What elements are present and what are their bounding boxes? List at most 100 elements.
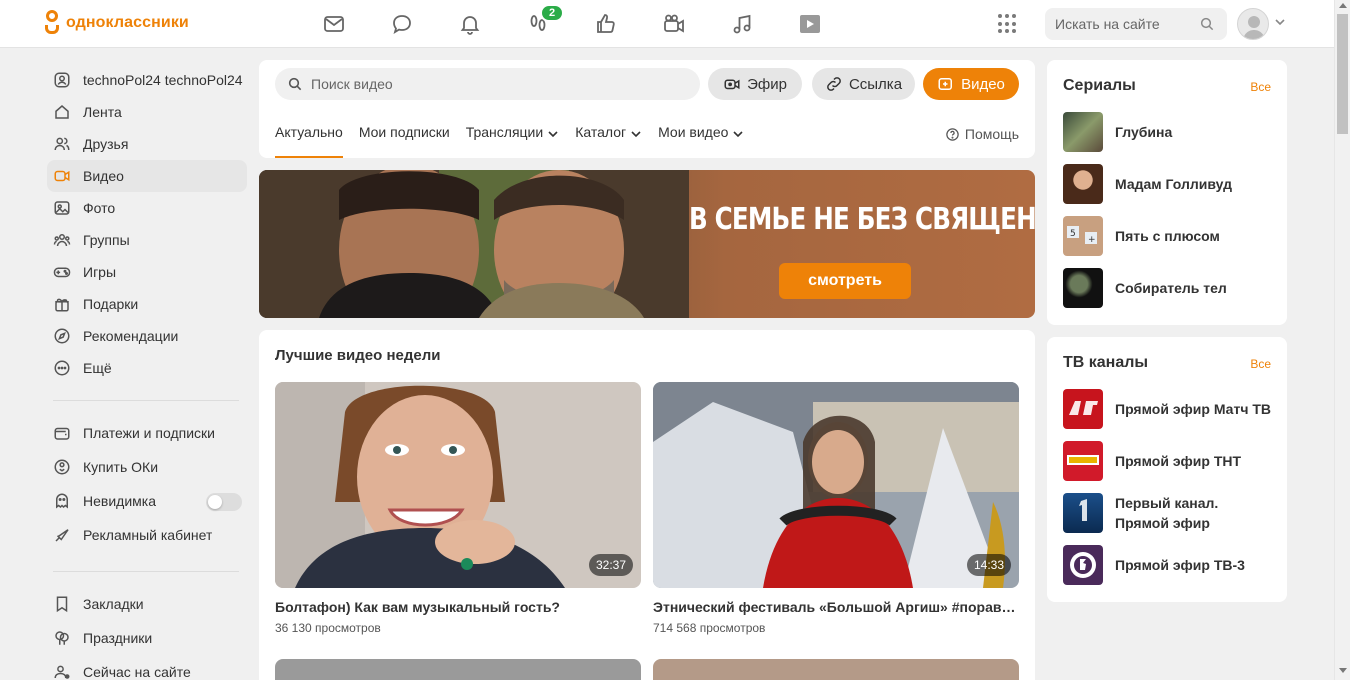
- help-link[interactable]: Помощь: [945, 126, 1019, 142]
- marks-button[interactable]: [572, 10, 640, 38]
- video-thumbnail[interactable]: 14:33: [653, 382, 1019, 588]
- sidebar-item-groups[interactable]: Группы: [47, 224, 247, 256]
- tab-streams[interactable]: Трансляции: [466, 124, 559, 158]
- video-search[interactable]: [275, 68, 700, 100]
- notifications-button[interactable]: [436, 10, 504, 38]
- search-icon[interactable]: [1199, 16, 1215, 32]
- sidebar-item-label: Друзья: [83, 136, 129, 152]
- sidebar-item-gifts[interactable]: Подарки: [47, 288, 247, 320]
- live-camera-icon: [724, 79, 740, 90]
- chevron-down-icon[interactable]: [1274, 16, 1286, 28]
- serials-title: Сериалы: [1063, 77, 1136, 94]
- guests-button[interactable]: 2: [504, 4, 572, 38]
- serial-thumbnail: 5 +: [1063, 216, 1103, 256]
- video-title[interactable]: Этнический фестиваль «Большой Аргиш» #по…: [653, 599, 1019, 615]
- tv-title: ТВ каналы: [1063, 354, 1149, 371]
- sidebar-item-video[interactable]: Видео: [47, 160, 247, 192]
- sidebar-item-holidays[interactable]: Праздники: [47, 622, 247, 654]
- sidebar-item-label: Невидимка: [83, 493, 156, 509]
- tab-catalog[interactable]: Каталог: [575, 124, 642, 158]
- tv-all-link[interactable]: Все: [1250, 357, 1271, 371]
- live-button[interactable]: Эфир: [708, 68, 802, 100]
- music-button[interactable]: [708, 10, 776, 38]
- tv-channel-title: Первый канал. Прямой эфир: [1115, 495, 1219, 531]
- serials-panel: Сериалы Все Глубина Мадам Голливуд 5 + Пя…: [1047, 60, 1287, 325]
- discussions-button[interactable]: [368, 10, 436, 38]
- video-search-input[interactable]: [311, 76, 671, 92]
- scrollbar[interactable]: [1334, 0, 1350, 680]
- scroll-up-arrow[interactable]: [1339, 3, 1347, 8]
- sidebar-item-label: Ещё: [83, 360, 112, 376]
- banner-watch-button[interactable]: смотреть: [779, 263, 911, 299]
- site-search-input[interactable]: [1055, 16, 1195, 32]
- promo-banner[interactable]: В СЕМЬЕ НЕ БЕЗ СВЯЩЕННИКА смотреть: [259, 170, 1035, 318]
- sidebar-item-bookmarks[interactable]: Закладки: [47, 588, 247, 620]
- video-thumbnail-image: [653, 382, 1019, 588]
- tv-item[interactable]: Прямой эфир Матч ТВ: [1063, 389, 1275, 429]
- video-card[interactable]: 14:33 Этнический фестиваль «Большой Арги…: [653, 382, 1019, 635]
- search-icon: [288, 77, 302, 91]
- sidebar-item-ads-cabinet[interactable]: Рекламный кабинет: [47, 519, 247, 551]
- scroll-thumb[interactable]: [1337, 14, 1348, 134]
- sidebar-item-games[interactable]: Игры: [47, 256, 247, 288]
- tv-item[interactable]: Прямой эфир ТВ-3: [1063, 545, 1275, 585]
- megaphone-icon: [53, 526, 71, 544]
- sidebar-item-profile[interactable]: technoPol24 technoPol24: [47, 64, 247, 96]
- user-avatar[interactable]: [1237, 8, 1269, 40]
- video-views: 36 130 просмотров: [275, 621, 381, 635]
- video-calls-button[interactable]: [640, 10, 708, 38]
- invisible-toggle[interactable]: [206, 493, 242, 511]
- video-card[interactable]: 32:37 Болтафон) Как вам музыкальный гост…: [275, 382, 641, 635]
- coin-icon: [53, 458, 71, 476]
- video-thumbnail[interactable]: [275, 659, 641, 680]
- serial-thumbnail: [1063, 268, 1103, 308]
- banner-title: В СЕМЬЕ НЕ БЕЗ СВЯЩЕННИКА: [689, 202, 1035, 237]
- scroll-down-arrow[interactable]: [1339, 668, 1347, 673]
- sidebar-item-label: Игры: [83, 264, 117, 280]
- video-button[interactable]: [776, 10, 844, 38]
- tab-my-videos[interactable]: Мои видео: [658, 124, 744, 158]
- serial-item[interactable]: Глубина: [1063, 112, 1275, 152]
- tv-item[interactable]: Первый канал. Прямой эфир: [1063, 493, 1275, 533]
- messages-button[interactable]: [300, 10, 368, 38]
- video-thumbnail[interactable]: 32:37: [275, 382, 641, 588]
- sidebar-item-buy-oks[interactable]: Купить ОКи: [47, 451, 247, 483]
- sidebar-item-more[interactable]: Ещё: [47, 352, 247, 384]
- sidebar-item-feed[interactable]: Лента: [47, 96, 247, 128]
- video-thumbnail[interactable]: [653, 659, 1019, 680]
- link-button-label: Ссылка: [848, 75, 903, 93]
- apps-grid-icon[interactable]: [998, 14, 1018, 34]
- tab-label: Трансляции: [465, 124, 544, 140]
- video-title[interactable]: Болтафон) Как вам музыкальный гость?: [275, 599, 641, 615]
- site-search[interactable]: [1045, 8, 1227, 40]
- balloons-icon: [53, 629, 71, 647]
- sidebar-item-recommendations[interactable]: Рекомендации: [47, 320, 247, 352]
- match-tv-logo: [1063, 389, 1103, 429]
- link-button[interactable]: Ссылка: [812, 68, 915, 100]
- serials-all-link[interactable]: Все: [1250, 80, 1271, 94]
- ok-logo[interactable]: одноклассники: [44, 10, 189, 36]
- sidebar-item-online[interactable]: Сейчас на сайте: [47, 656, 247, 680]
- serial-title: Глубина: [1115, 124, 1173, 140]
- friends-icon: [53, 135, 71, 153]
- sidebar-item-invisible[interactable]: Невидимка: [47, 485, 247, 517]
- link-icon: [827, 77, 841, 91]
- serial-item[interactable]: Собиратель тел: [1063, 268, 1275, 308]
- profile-name: technoPol24 technoPol24: [83, 72, 243, 88]
- tab-actual[interactable]: Актуально: [275, 124, 343, 158]
- sidebar-item-photo[interactable]: Фото: [47, 192, 247, 224]
- serial-item[interactable]: Мадам Голливуд: [1063, 164, 1275, 204]
- serial-title: Собиратель тел: [1115, 280, 1227, 296]
- tab-label: Мои подписки: [358, 124, 450, 140]
- sidebar-item-friends[interactable]: Друзья: [47, 128, 247, 160]
- help-label: Помощь: [964, 126, 1019, 142]
- upload-video-button[interactable]: Видео: [923, 68, 1019, 100]
- tab-subscriptions[interactable]: Мои подписки: [359, 124, 450, 158]
- tv-item[interactable]: Прямой эфир ТНТ: [1063, 441, 1275, 481]
- svg-text:5: 5: [1070, 229, 1076, 239]
- serial-item[interactable]: 5 + Пять с плюсом: [1063, 216, 1275, 256]
- sidebar-item-payments[interactable]: Платежи и подписки: [47, 417, 247, 449]
- upload-video-label: Видео: [961, 75, 1005, 93]
- tab-label: Актуально: [275, 124, 343, 140]
- video-tabs: Актуально Мои подписки Трансляции Катало…: [275, 124, 760, 158]
